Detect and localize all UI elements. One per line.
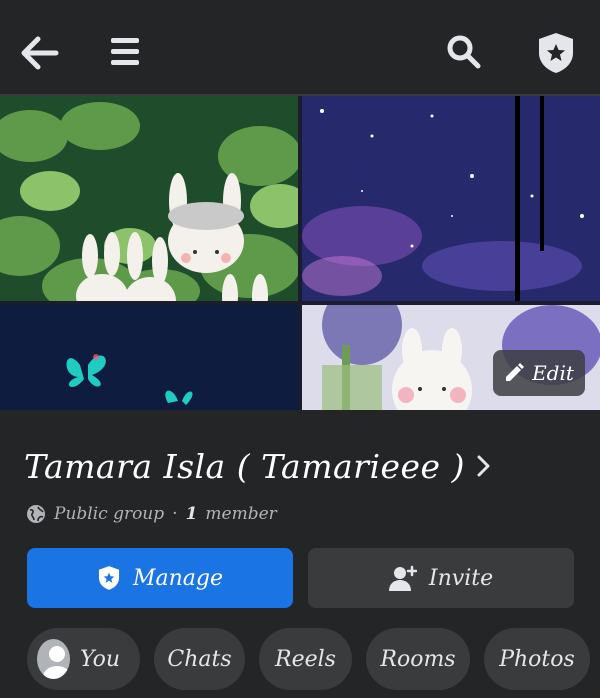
search-icon[interactable] xyxy=(446,34,482,70)
cover-tile-galaxy xyxy=(302,96,600,301)
pencil-icon xyxy=(506,363,525,381)
tab-chats[interactable]: Chats xyxy=(154,628,245,690)
avatar xyxy=(37,639,70,679)
meta-separator: · xyxy=(172,504,178,524)
cover-tile-butterflies xyxy=(0,305,298,410)
edit-cover-button[interactable]: Edit xyxy=(493,350,585,396)
manage-button[interactable]: Manage xyxy=(27,548,293,608)
privacy-label: Public group xyxy=(54,504,165,524)
tab-you[interactable]: You xyxy=(27,628,140,690)
tab-photos[interactable]: Photos xyxy=(484,628,590,690)
group-title-row[interactable]: Tamara Isla ( Tamarieee ) xyxy=(24,440,491,492)
member-count: 1 xyxy=(185,504,198,524)
globe-icon xyxy=(27,505,45,523)
invite-label: Invite xyxy=(428,565,494,591)
tab-label: Rooms xyxy=(380,646,456,672)
edit-label: Edit xyxy=(532,361,574,385)
hamburger-icon[interactable] xyxy=(111,36,139,68)
group-meta: Public group · 1 member xyxy=(26,500,277,528)
cover-tile-bunnies-leaves xyxy=(0,96,298,301)
tab-rooms[interactable]: Rooms xyxy=(366,628,470,690)
manage-label: Manage xyxy=(132,565,224,591)
arrow-left-icon[interactable] xyxy=(20,33,60,73)
tab-reels[interactable]: Reels xyxy=(259,628,352,690)
tab-label: You xyxy=(79,646,120,672)
group-tabs: You Chats Reels Rooms Photos xyxy=(27,628,590,690)
add-person-icon xyxy=(388,565,417,591)
invite-button[interactable]: Invite xyxy=(308,548,574,608)
group-title: Tamara Isla ( Tamarieee ) xyxy=(24,446,465,486)
tab-label: Reels xyxy=(275,646,336,672)
shield-star-icon xyxy=(98,566,120,590)
member-label: member xyxy=(205,504,277,524)
shield-star-icon[interactable] xyxy=(536,31,576,75)
tab-label: Chats xyxy=(167,646,232,672)
top-bar xyxy=(0,0,600,96)
chevron-right-icon xyxy=(477,455,490,477)
tab-label: Photos xyxy=(499,646,575,672)
